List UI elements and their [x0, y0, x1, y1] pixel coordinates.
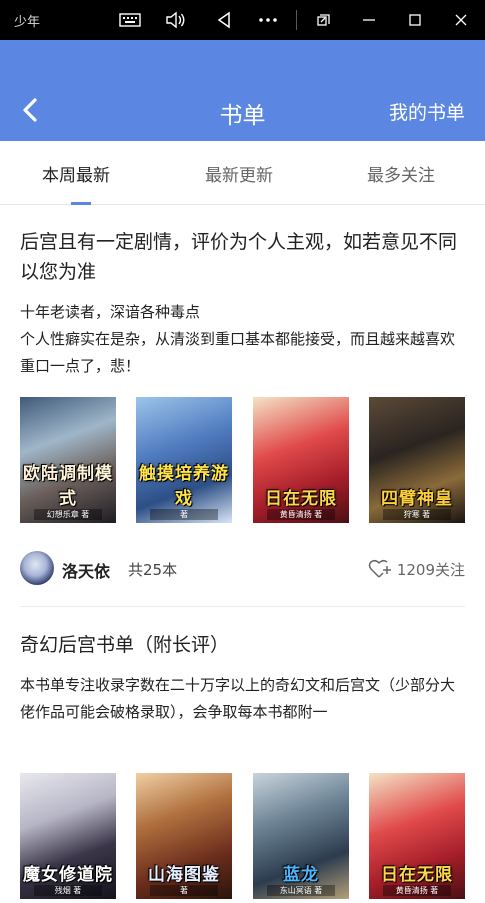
active-tab-indicator	[71, 202, 91, 205]
book-cover[interactable]: 蓝龙 东山冥语 著	[253, 773, 349, 899]
close-icon[interactable]	[449, 8, 473, 32]
booklist-card[interactable]: 后宫且有一定剧情，评价为个人主观，如若意见不同以您为准 十年老读者，深谙各种毒点…	[20, 227, 465, 380]
book-cover-title: 触摸培养游戏	[139, 464, 229, 509]
tab-weekly-newest[interactable]: 本周最新	[42, 161, 110, 186]
window-titlebar: 少年	[0, 0, 485, 40]
maximize-icon[interactable]	[403, 8, 427, 32]
heart-plus-icon	[368, 559, 391, 578]
book-cover-author: 著	[150, 509, 218, 520]
tab-bar: 本周最新 最新更新 最多关注	[0, 141, 485, 205]
book-cover[interactable]: 触摸培养游戏 著	[136, 397, 232, 523]
avatar[interactable]	[20, 551, 54, 585]
book-cover-title: 蓝龙	[283, 865, 319, 885]
book-cover-author: 残烟 著	[34, 885, 102, 896]
book-cover-author: 狩寒 著	[383, 509, 451, 520]
book-cover-title: 山海图鉴	[148, 865, 220, 885]
book-cover-author: 黄昏清扬 著	[383, 885, 451, 896]
book-cover[interactable]: 山海图鉴 著	[136, 773, 232, 899]
book-cover[interactable]: 魔女修道院 残烟 著	[20, 773, 116, 899]
book-cover-author: 黄昏清扬 著	[267, 509, 335, 520]
tab-most-followed[interactable]: 最多关注	[367, 161, 435, 186]
my-lists-button[interactable]: 我的书单	[389, 98, 465, 125]
book-count: 共25本	[128, 561, 178, 579]
book-cover-title: 四臂神皇	[381, 489, 453, 509]
book-cover-author: 东山冥语 著	[267, 885, 335, 896]
book-cover-author: 著	[150, 885, 218, 896]
follow-count: 1209关注	[396, 560, 465, 579]
booklist-author-row: 洛天依 共25本 1209关注	[20, 551, 465, 587]
book-cover-title: 欧陆调制模式	[23, 464, 113, 509]
app-label: 少年	[14, 15, 41, 30]
booklist-title: 奇幻后宫书单（附长评）	[20, 634, 230, 656]
more-icon[interactable]	[256, 8, 280, 32]
book-cover[interactable]: 日在无限 黄昏清扬 著	[369, 773, 465, 899]
tab-latest-updated[interactable]: 最新更新	[205, 161, 273, 186]
keyboard-icon[interactable]	[118, 8, 142, 32]
titlebar-separator	[296, 10, 297, 30]
app-header: 书单 我的书单	[0, 40, 485, 141]
restore-icon[interactable]	[312, 8, 336, 32]
book-cover[interactable]: 日在无限 黄昏清扬 著	[253, 397, 349, 523]
book-cover-author: 幻想乐章 著	[34, 509, 102, 520]
book-cover[interactable]: 欧陆调制模式 幻想乐章 著	[20, 397, 116, 523]
minimize-icon[interactable]	[357, 8, 381, 32]
follow-button[interactable]: 1209关注	[368, 558, 465, 580]
book-cover[interactable]: 四臂神皇 狩寒 著	[369, 397, 465, 523]
book-cover-title: 日在无限	[265, 489, 337, 509]
book-cover-title: 魔女修道院	[23, 865, 113, 885]
booklist-description: 十年老读者，深谙各种毒点 个人性癖实在是杂，从清淡到重口基本都能接受，而且越来越…	[20, 299, 465, 380]
card-divider	[20, 606, 465, 607]
back-triangle-icon[interactable]	[212, 8, 236, 32]
book-cover-title: 日在无限	[381, 865, 453, 885]
description-line: 十年老读者，深谙各种毒点	[20, 303, 201, 321]
book-covers-row: 魔女修道院 残烟 著 山海图鉴 著 蓝龙 东山冥语 著 日在无限 黄昏清扬 著	[20, 773, 465, 899]
booklist-title: 后宫且有一定剧情，评价为个人主观，如若意见不同以您为准	[20, 231, 458, 283]
booklist-description: 本书单专注收录字数在二十万字以上的奇幻文和后宫文（少部分大佬作品可能会破格录取）…	[20, 676, 456, 721]
volume-icon[interactable]	[164, 8, 188, 32]
author-name[interactable]: 洛天依	[62, 558, 110, 582]
description-line: 个人性癖实在是杂，从清淡到重口基本都能接受，而且越来越喜欢重口一点了，悲！	[20, 330, 456, 375]
booklist-card[interactable]: 奇幻后宫书单（附长评） 本书单专注收录字数在二十万字以上的奇幻文和后宫文（少部分…	[20, 630, 465, 726]
book-covers-row: 欧陆调制模式 幻想乐章 著 触摸培养游戏 著 日在无限 黄昏清扬 著 四臂神皇 …	[20, 397, 465, 523]
